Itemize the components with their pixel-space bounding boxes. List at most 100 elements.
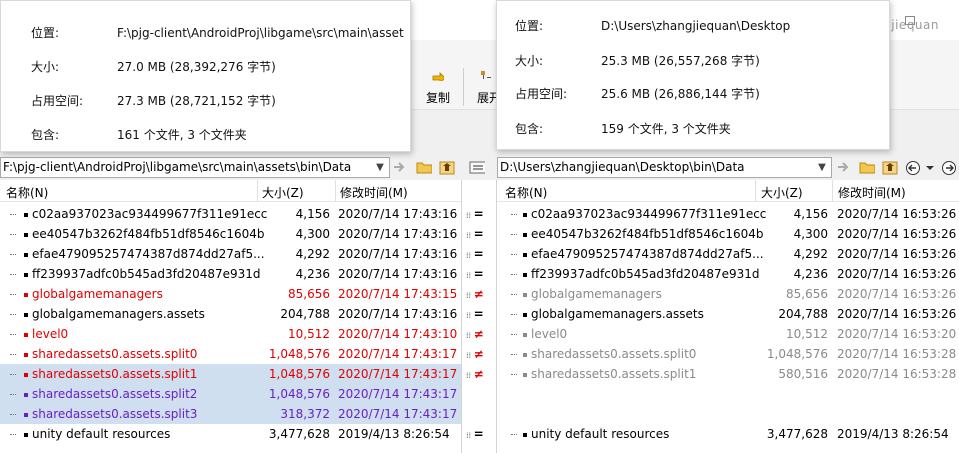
column-name-header[interactable]: 名称(N) bbox=[505, 184, 547, 201]
file-row[interactable]: sharedassets0.assets.split1 1,048,576 2020… bbox=[0, 364, 461, 384]
refresh-arrow-icon[interactable] bbox=[392, 160, 408, 175]
file-row[interactable]: efae479095257474387d874dd27af5... 4,292 20… bbox=[0, 244, 461, 264]
tree-line bbox=[511, 294, 517, 295]
equal-icon: = bbox=[473, 247, 484, 261]
copy-button[interactable]: 复制 bbox=[426, 89, 450, 106]
file-icon bbox=[24, 353, 28, 357]
file-row[interactable]: globalgamemanagers.assets 204,788 2020/7/1… bbox=[497, 304, 959, 324]
file-row[interactable]: sharedassets0.assets.split0 1,048,576 2020… bbox=[0, 344, 461, 364]
file-row[interactable]: efae479095257474387d874dd27af5... 4,292 20… bbox=[497, 244, 959, 264]
info-row-contains: 包含: 159 个文件, 3 个文件夹 bbox=[515, 122, 731, 136]
right-path-field[interactable]: D:\Users\zhangjiequan\Desktop\bin\Data ▼ bbox=[497, 157, 832, 178]
not-equal-icon: ≠ bbox=[473, 367, 484, 381]
chevron-down-icon[interactable] bbox=[925, 160, 941, 175]
file-icon bbox=[24, 373, 28, 377]
parent-folder-icon[interactable] bbox=[439, 160, 455, 175]
file-size: 4,292 bbox=[295, 247, 330, 261]
file-row[interactable]: sharedassets0.assets.split1 580,516 2020/7… bbox=[497, 364, 959, 384]
folder-icon[interactable] bbox=[859, 160, 875, 175]
right-file-pane[interactable]: 名称(N) 大小(Z) 修改时间(M) c02aa937023ac9344996… bbox=[497, 180, 959, 453]
compare-mark: ⁞⁞ = bbox=[466, 267, 484, 281]
file-mtime: 2020/7/14 16:53:26 bbox=[837, 287, 957, 301]
parent-folder-icon[interactable] bbox=[882, 160, 898, 175]
file-row[interactable]: ff239937adfc0b545ad3fd20487e931d 4,236 202… bbox=[497, 264, 959, 284]
file-row[interactable]: globalgamemanagers 85,656 2020/7/14 16:53:… bbox=[497, 284, 959, 304]
file-mtime: 2020/7/14 17:43:16 bbox=[338, 227, 458, 241]
file-row[interactable]: sharedassets0.assets.split2 1,048,576 2020… bbox=[0, 384, 461, 404]
file-row[interactable]: ee40547b3262f484fb51df8546c1604b 4,300 202… bbox=[497, 224, 959, 244]
file-row[interactable]: level0 10,512 2020/7/14 16:53:20 bbox=[497, 324, 959, 344]
file-name: unity default resources bbox=[32, 427, 171, 441]
sort-dots-icon: ⁞⁞ bbox=[466, 431, 474, 440]
file-size: 10,512 bbox=[288, 327, 330, 341]
file-size: 4,292 bbox=[793, 247, 828, 261]
tree-line bbox=[10, 294, 16, 295]
file-row[interactable]: unity default resources 3,477,628 2019/4/1… bbox=[0, 424, 461, 444]
copy-arrow-icon bbox=[432, 72, 444, 81]
file-row[interactable]: ff239937adfc0b545ad3fd20487e931d 4,236 202… bbox=[0, 264, 461, 284]
file-icon bbox=[523, 313, 527, 317]
file-row[interactable]: ee40547b3262f484fb51df8546c1604b 4,300 202… bbox=[0, 224, 461, 244]
file-row[interactable]: c02aa937023ac934499677f311e91ecc 4,156 202… bbox=[0, 204, 461, 224]
column-size-header[interactable]: 大小(Z) bbox=[262, 184, 304, 201]
file-row[interactable] bbox=[497, 404, 959, 424]
back-arrow-icon[interactable] bbox=[905, 160, 921, 175]
file-row[interactable]: globalgamemanagers.assets 204,788 2020/7/1… bbox=[0, 304, 461, 324]
file-icon bbox=[523, 433, 527, 437]
left-column-header: 名称(N) 大小(Z) 修改时间(M) bbox=[0, 180, 461, 202]
file-name: efae479095257474387d874dd27af5... bbox=[32, 247, 265, 261]
file-mtime: 2020/7/14 17:43:15 bbox=[338, 287, 458, 301]
file-row[interactable]: globalgamemanagers 85,656 2020/7/14 17:43:… bbox=[0, 284, 461, 304]
equal-icon: = bbox=[473, 267, 484, 281]
file-row[interactable]: sharedassets0.assets.split3 318,372 2020/7… bbox=[0, 404, 461, 424]
info-row-contains: 包含: 161 个文件, 3 个文件夹 bbox=[31, 128, 247, 142]
file-icon bbox=[24, 253, 28, 257]
file-mtime: 2020/7/14 16:53:26 bbox=[837, 267, 957, 281]
left-file-pane[interactable]: 名称(N) 大小(Z) 修改时间(M) c02aa937023ac9344996… bbox=[0, 180, 461, 453]
tree-line bbox=[10, 314, 16, 315]
file-icon bbox=[24, 433, 28, 437]
tree-line bbox=[511, 334, 517, 335]
right-folder-info-popup: 位置: D:\Users\zhangjiequan\Desktop 大小: 25.3… bbox=[496, 0, 890, 150]
chevron-down-icon[interactable]: ▼ bbox=[373, 158, 387, 177]
file-name: sharedassets0.assets.split2 bbox=[32, 387, 198, 401]
left-path-field[interactable]: F:\pjg-client\AndroidProj\libgame\src\ma… bbox=[0, 157, 390, 178]
tree-line bbox=[10, 254, 16, 255]
forward-arrow-icon[interactable] bbox=[941, 160, 957, 175]
file-name: ee40547b3262f484fb51df8546c1604b bbox=[531, 227, 764, 241]
file-row[interactable]: level0 10,512 2020/7/14 17:43:10 bbox=[0, 324, 461, 344]
folder-icon[interactable] bbox=[416, 160, 432, 175]
swap-sides-icon[interactable] bbox=[469, 160, 485, 175]
file-size: 10,512 bbox=[786, 327, 828, 341]
tree-line bbox=[511, 314, 517, 315]
file-row[interactable]: sharedassets0.assets.split0 1,048,576 2020… bbox=[497, 344, 959, 364]
compare-mark: ⁞⁞ = bbox=[466, 207, 484, 221]
file-mtime: 2020/7/14 16:53:26 bbox=[837, 247, 957, 261]
file-mtime: 2020/7/14 17:43:16 bbox=[338, 307, 458, 321]
toolbar-divider bbox=[463, 68, 464, 106]
info-row-location: 位置: D:\Users\zhangjiequan\Desktop bbox=[515, 19, 791, 33]
equal-icon: = bbox=[473, 207, 484, 221]
refresh-arrow-icon[interactable] bbox=[836, 160, 852, 175]
file-icon bbox=[523, 373, 527, 377]
compare-mark: ⁞⁞ = bbox=[466, 308, 484, 321]
file-row[interactable] bbox=[497, 384, 959, 404]
column-name-header[interactable]: 名称(N) bbox=[6, 184, 48, 201]
file-row[interactable]: c02aa937023ac934499677f311e91ecc 4,156 202… bbox=[497, 204, 959, 224]
file-icon bbox=[24, 233, 28, 237]
column-mtime-header[interactable]: 修改时间(M) bbox=[838, 184, 906, 201]
file-row[interactable]: unity default resources 3,477,628 2019/4/1… bbox=[497, 424, 959, 444]
file-name: globalgamemanagers bbox=[32, 287, 163, 301]
file-name: globalgamemanagers.assets bbox=[531, 307, 704, 321]
sort-dots-icon: ⁞⁞ bbox=[466, 231, 474, 240]
file-name: sharedassets0.assets.split0 bbox=[32, 347, 198, 361]
file-mtime: 2020/7/14 16:53:26 bbox=[837, 207, 957, 221]
file-size: 85,656 bbox=[288, 287, 330, 301]
chevron-down-icon[interactable]: ▼ bbox=[815, 158, 829, 177]
not-equal-icon: ≠ bbox=[473, 287, 484, 301]
file-size: 4,156 bbox=[295, 207, 330, 221]
column-mtime-header[interactable]: 修改时间(M) bbox=[340, 184, 408, 201]
file-mtime: 2020/7/14 17:43:10 bbox=[338, 327, 458, 341]
file-icon bbox=[24, 393, 28, 397]
column-size-header[interactable]: 大小(Z) bbox=[761, 184, 803, 201]
